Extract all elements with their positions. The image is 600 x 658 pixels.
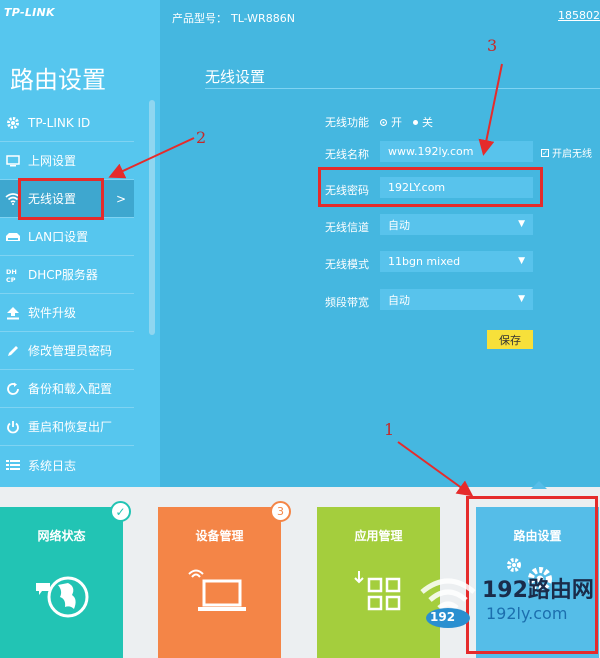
lan-icon [2,229,24,245]
tile-title: 应用管理 [354,529,403,543]
sidebar-item-syslog[interactable]: 系统日志 [0,446,134,484]
radio-selected-icon [380,118,387,126]
save-button[interactable]: 保存 [487,330,533,349]
wireless-on-radio[interactable]: 开 [380,114,402,130]
sidebar-item-tplink-id[interactable]: TP-LINK ID [0,104,134,142]
sidebar-item-label: 上网设置 [28,154,77,168]
mode-value: 11bgn mixed [388,255,461,268]
svg-text:DH: DH [6,268,17,276]
product-model: 产品型号： TL-WR886N [172,10,295,26]
sidebar: TP-LINK 路由设置 TP-LINK ID 上网设置 无线设置 > LAN口… [0,0,160,487]
device-count-badge: 3 [270,501,291,522]
tp-link-logo: TP-LINK [4,6,55,19]
dhcp-icon: DH CP [2,267,24,283]
tile-title: 网络状态 [37,529,86,543]
monitor-icon [2,153,24,169]
refresh-icon [2,381,24,397]
mode-select[interactable]: 11bgn mixed ▼ [380,251,533,272]
active-tile-pointer [531,481,547,489]
product-model-label: 产品型号： [172,12,227,25]
ssid-input[interactable]: www.192ly.com [380,141,533,162]
bandwidth-select[interactable]: 自动 ▼ [380,289,533,310]
sidebar-item-label: 修改管理员密码 [28,344,113,358]
section-divider [205,88,600,89]
svg-text:CP: CP [6,276,16,283]
sidebar-title: 路由设置 [10,66,106,94]
upload-icon [2,305,24,321]
account-phone-link[interactable]: 1858025 [558,9,600,22]
laptop-icon [158,569,281,615]
annotation-number-3: 3 [487,36,498,55]
tile-device-management[interactable]: 设备管理 [158,507,281,658]
ssid-broadcast-checkbox[interactable]: ✓ 开启无线 [541,145,592,160]
sidebar-item-label: LAN口设置 [28,230,89,244]
annotation-box-password [318,167,543,207]
mode-label: 无线模式 [325,258,369,271]
watermark-brand: 192路由网 [482,578,594,603]
tile-network-status[interactable]: 网络状态 [0,507,123,658]
list-icon [2,457,24,473]
channel-value: 自动 [388,218,410,232]
sidebar-item-label: 重启和恢复出厂 [28,420,113,434]
bandwidth-label: 频段带宽 [325,296,369,309]
sidebar-item-internet[interactable]: 上网设置 [0,142,134,180]
watermark-url: 192ly.com [486,604,568,623]
router-admin-panel: TP-LINK 路由设置 TP-LINK ID 上网设置 无线设置 > LAN口… [0,0,600,487]
ssid-label: 无线名称 [325,148,369,161]
sidebar-item-upgrade[interactable]: 软件升级 [0,294,134,332]
globe-icon [0,569,123,619]
sidebar-item-label: TP-LINK ID [28,115,91,130]
sidebar-item-lan[interactable]: LAN口设置 [0,218,134,256]
watermark-prefix: 192 [430,610,456,624]
annotation-number-2: 2 [196,128,207,147]
caret-down-icon: ▼ [518,219,525,229]
sidebar-item-admin-password[interactable]: 修改管理员密码 [0,332,134,370]
wireless-on-label: 开 [391,116,402,129]
wireless-off-radio[interactable]: 关 [413,114,433,130]
sidebar-scrollbar[interactable] [149,100,155,335]
chevron-right-icon: > [115,192,126,206]
sidebar-item-label: 备份和载入配置 [28,382,113,396]
caret-down-icon: ▼ [518,294,525,304]
caret-down-icon: ▼ [518,256,525,266]
check-badge-icon: ✓ [110,501,131,522]
radio-unselected-icon [413,119,418,125]
section-title: 无线设置 [205,68,266,86]
annotation-number-1: 1 [384,420,395,439]
sidebar-item-label: DHCP服务器 [28,268,98,282]
checkbox-checked-icon: ✓ [541,148,549,157]
sidebar-item-label: 系统日志 [28,458,77,473]
power-icon [2,419,24,435]
watermark: 192 192路由网 192ly.com [412,568,600,638]
ssid-broadcast-label: 开启无线 [552,149,592,160]
tile-title: 设备管理 [195,529,244,543]
bandwidth-value: 自动 [388,293,410,307]
sidebar-item-label: 软件升级 [28,306,77,320]
sidebar-item-reboot[interactable]: 重启和恢复出厂 [0,408,134,446]
sidebar-item-backup[interactable]: 备份和载入配置 [0,370,134,408]
sidebar-item-dhcp[interactable]: DH CP DHCP服务器 [0,256,134,294]
wireless-function-label: 无线功能 [325,116,369,129]
pencil-icon [2,343,24,359]
channel-label: 无线信道 [325,221,369,234]
annotation-box-wireless-menu [18,178,104,220]
gear-icon [2,115,24,131]
wireless-off-label: 关 [422,116,433,129]
channel-select[interactable]: 自动 ▼ [380,214,533,235]
product-model-value: TL-WR886N [231,12,295,25]
